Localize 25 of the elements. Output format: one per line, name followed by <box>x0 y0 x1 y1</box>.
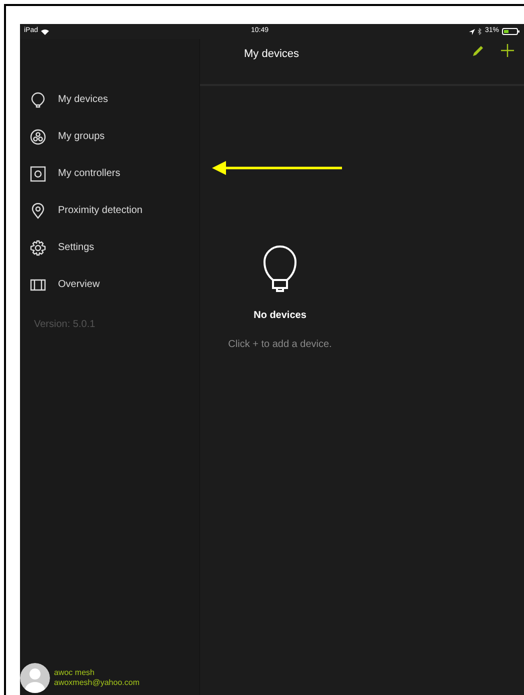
user-name: awoc mesh <box>54 668 96 678</box>
wifi-icon <box>41 28 50 34</box>
empty-state-title: No devices <box>254 309 306 323</box>
user-email: awoxmesh@yahoo.com <box>54 678 140 688</box>
page-title: My devices <box>244 47 300 62</box>
plus-icon[interactable] <box>501 44 514 57</box>
settings-icon <box>30 240 46 256</box>
menu-item[interactable]: Proximity detection <box>20 192 199 229</box>
menu-item[interactable]: Overview <box>20 266 199 303</box>
location-arrow-icon <box>468 28 475 34</box>
menu-item[interactable]: My controllers <box>20 155 199 192</box>
battery-icon <box>502 28 520 35</box>
empty-state-hint: Click + to add a device. <box>228 338 332 352</box>
circles-icon <box>30 128 46 144</box>
avatar-icon <box>20 663 50 693</box>
lightbulb-icon <box>263 244 297 294</box>
menu-item[interactable]: My groups <box>20 118 199 155</box>
map-icon <box>30 276 46 292</box>
pencil-icon[interactable] <box>472 45 484 57</box>
location-pin-icon <box>30 202 46 218</box>
lightbulb-icon <box>30 92 46 108</box>
version-label: Version: 5.0.1 <box>34 318 96 332</box>
menu-item[interactable]: My devices <box>20 81 199 118</box>
bluetooth-icon <box>478 28 482 35</box>
menu-item[interactable]: Settings <box>20 229 199 266</box>
